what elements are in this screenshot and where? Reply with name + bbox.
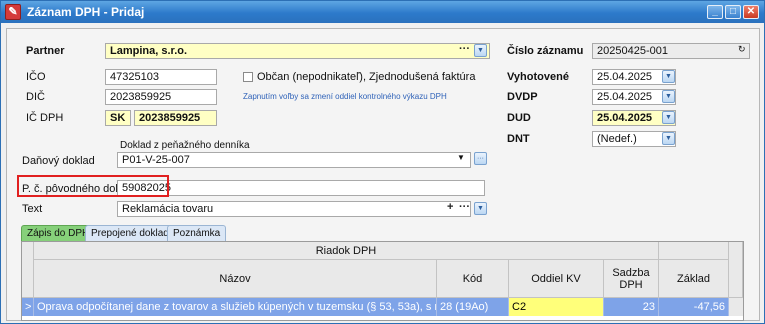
- text-field[interactable]: Reklamácia tovaru: [117, 201, 471, 217]
- ic-dph-label: IČ DPH: [26, 112, 64, 124]
- ic-dph-prefix-field[interactable]: SK: [105, 110, 131, 126]
- text-add-icon[interactable]: +: [447, 201, 453, 213]
- minimize-button[interactable]: _: [707, 5, 723, 19]
- cell-sadzba[interactable]: 23: [604, 298, 659, 316]
- column-header-oddiel-kv[interactable]: Oddiel KV: [509, 260, 604, 298]
- partner-field[interactable]: Lampina, s.r.o.: [105, 43, 490, 59]
- text-label: Text: [22, 203, 43, 215]
- danovy-doklad-sublabel: Doklad z peňažného denníka: [120, 140, 250, 151]
- maximize-button[interactable]: □: [725, 5, 741, 19]
- cislo-zaznamu-label: Číslo záznamu: [507, 45, 584, 57]
- danovy-doklad-label: Daňový doklad: [22, 155, 95, 167]
- obcan-note: Zapnutím voľby sa zmení oddiel kontrolné…: [243, 92, 447, 101]
- obcan-label: Občan (nepodnikateľ), Zjednodušená faktú…: [257, 71, 476, 83]
- partner-dropdown-icon[interactable]: ▼: [474, 44, 487, 57]
- riadok-dph-header: Riadok DPH: [34, 242, 659, 260]
- tab-prepojene-doklady[interactable]: Prepojené doklady: [85, 225, 180, 241]
- cell-zaklad[interactable]: -47,56: [659, 298, 729, 316]
- dialog-window: ✎ Záznam DPH - Pridaj _ □ ✕ Partner Lamp…: [0, 0, 765, 324]
- ico-field[interactable]: 47325103: [105, 69, 217, 85]
- close-button[interactable]: ✕: [743, 5, 759, 19]
- dnt-label: DNT: [507, 133, 530, 145]
- highlight-box: [17, 175, 169, 197]
- grid-scroll-header: [729, 242, 743, 298]
- vyhotovene-label: Vyhotovené: [507, 71, 569, 83]
- danovy-doklad-field[interactable]: P01-V-25-007: [117, 152, 471, 168]
- table-row[interactable]: > Oprava odpočítanej dane z tovarov a sl…: [22, 298, 743, 316]
- row-marker: >: [22, 298, 34, 316]
- cell-nazov[interactable]: Oprava odpočítanej dane z tovarov a služ…: [34, 298, 437, 316]
- povodny-doklad-field[interactable]: 59082025: [117, 180, 485, 196]
- column-header-zaklad[interactable]: Základ: [659, 260, 729, 298]
- window-title: Záznam DPH - Pridaj: [27, 5, 145, 19]
- ico-label: IČO: [26, 71, 46, 83]
- dph-grid: Riadok DPH Názov Kód Oddiel KV Sadzba DP…: [21, 241, 744, 321]
- cell-kod[interactable]: 28 (19Ao): [437, 298, 509, 316]
- partner-label: Partner: [26, 45, 65, 57]
- row-scroll-cell: [729, 298, 743, 316]
- dvdp-label: DVDP: [507, 91, 538, 103]
- dud-dropdown-icon[interactable]: ▼: [662, 111, 675, 124]
- grid-header-blank: [659, 242, 729, 260]
- cell-oddiel-kv[interactable]: C2: [509, 298, 604, 316]
- cislo-zaznamu-field[interactable]: 20250425-001: [592, 43, 750, 59]
- dud-label: DUD: [507, 112, 531, 124]
- dvdp-dropdown-icon[interactable]: ▼: [662, 90, 675, 103]
- text-more-icon[interactable]: ···: [459, 201, 470, 213]
- column-header-sadzba-dph[interactable]: Sadzba DPH: [604, 260, 659, 298]
- partner-more-icon[interactable]: ···: [459, 43, 470, 55]
- ic-dph-field[interactable]: 2023859925: [134, 110, 217, 126]
- dic-field[interactable]: 2023859925: [105, 89, 217, 105]
- app-icon: ✎: [5, 4, 21, 20]
- column-header-kod[interactable]: Kód: [437, 260, 509, 298]
- obcan-checkbox[interactable]: [243, 72, 253, 82]
- danovy-doklad-chevron-icon[interactable]: ▼: [457, 153, 465, 162]
- title-bar[interactable]: ✎ Záznam DPH - Pridaj _ □ ✕: [1, 1, 764, 23]
- column-header-nazov[interactable]: Názov: [34, 260, 437, 298]
- tab-poznamka[interactable]: Poznámka: [167, 225, 227, 241]
- danovy-doklad-more-icon[interactable]: ···: [474, 152, 487, 165]
- row-selector-header: [22, 242, 34, 298]
- vyhotovene-dropdown-icon[interactable]: ▼: [662, 70, 675, 83]
- dic-label: DIČ: [26, 91, 45, 103]
- text-dropdown-icon[interactable]: ▼: [474, 202, 487, 215]
- reset-icon[interactable]: ↻: [738, 44, 746, 55]
- dnt-dropdown-icon[interactable]: ▼: [662, 132, 675, 145]
